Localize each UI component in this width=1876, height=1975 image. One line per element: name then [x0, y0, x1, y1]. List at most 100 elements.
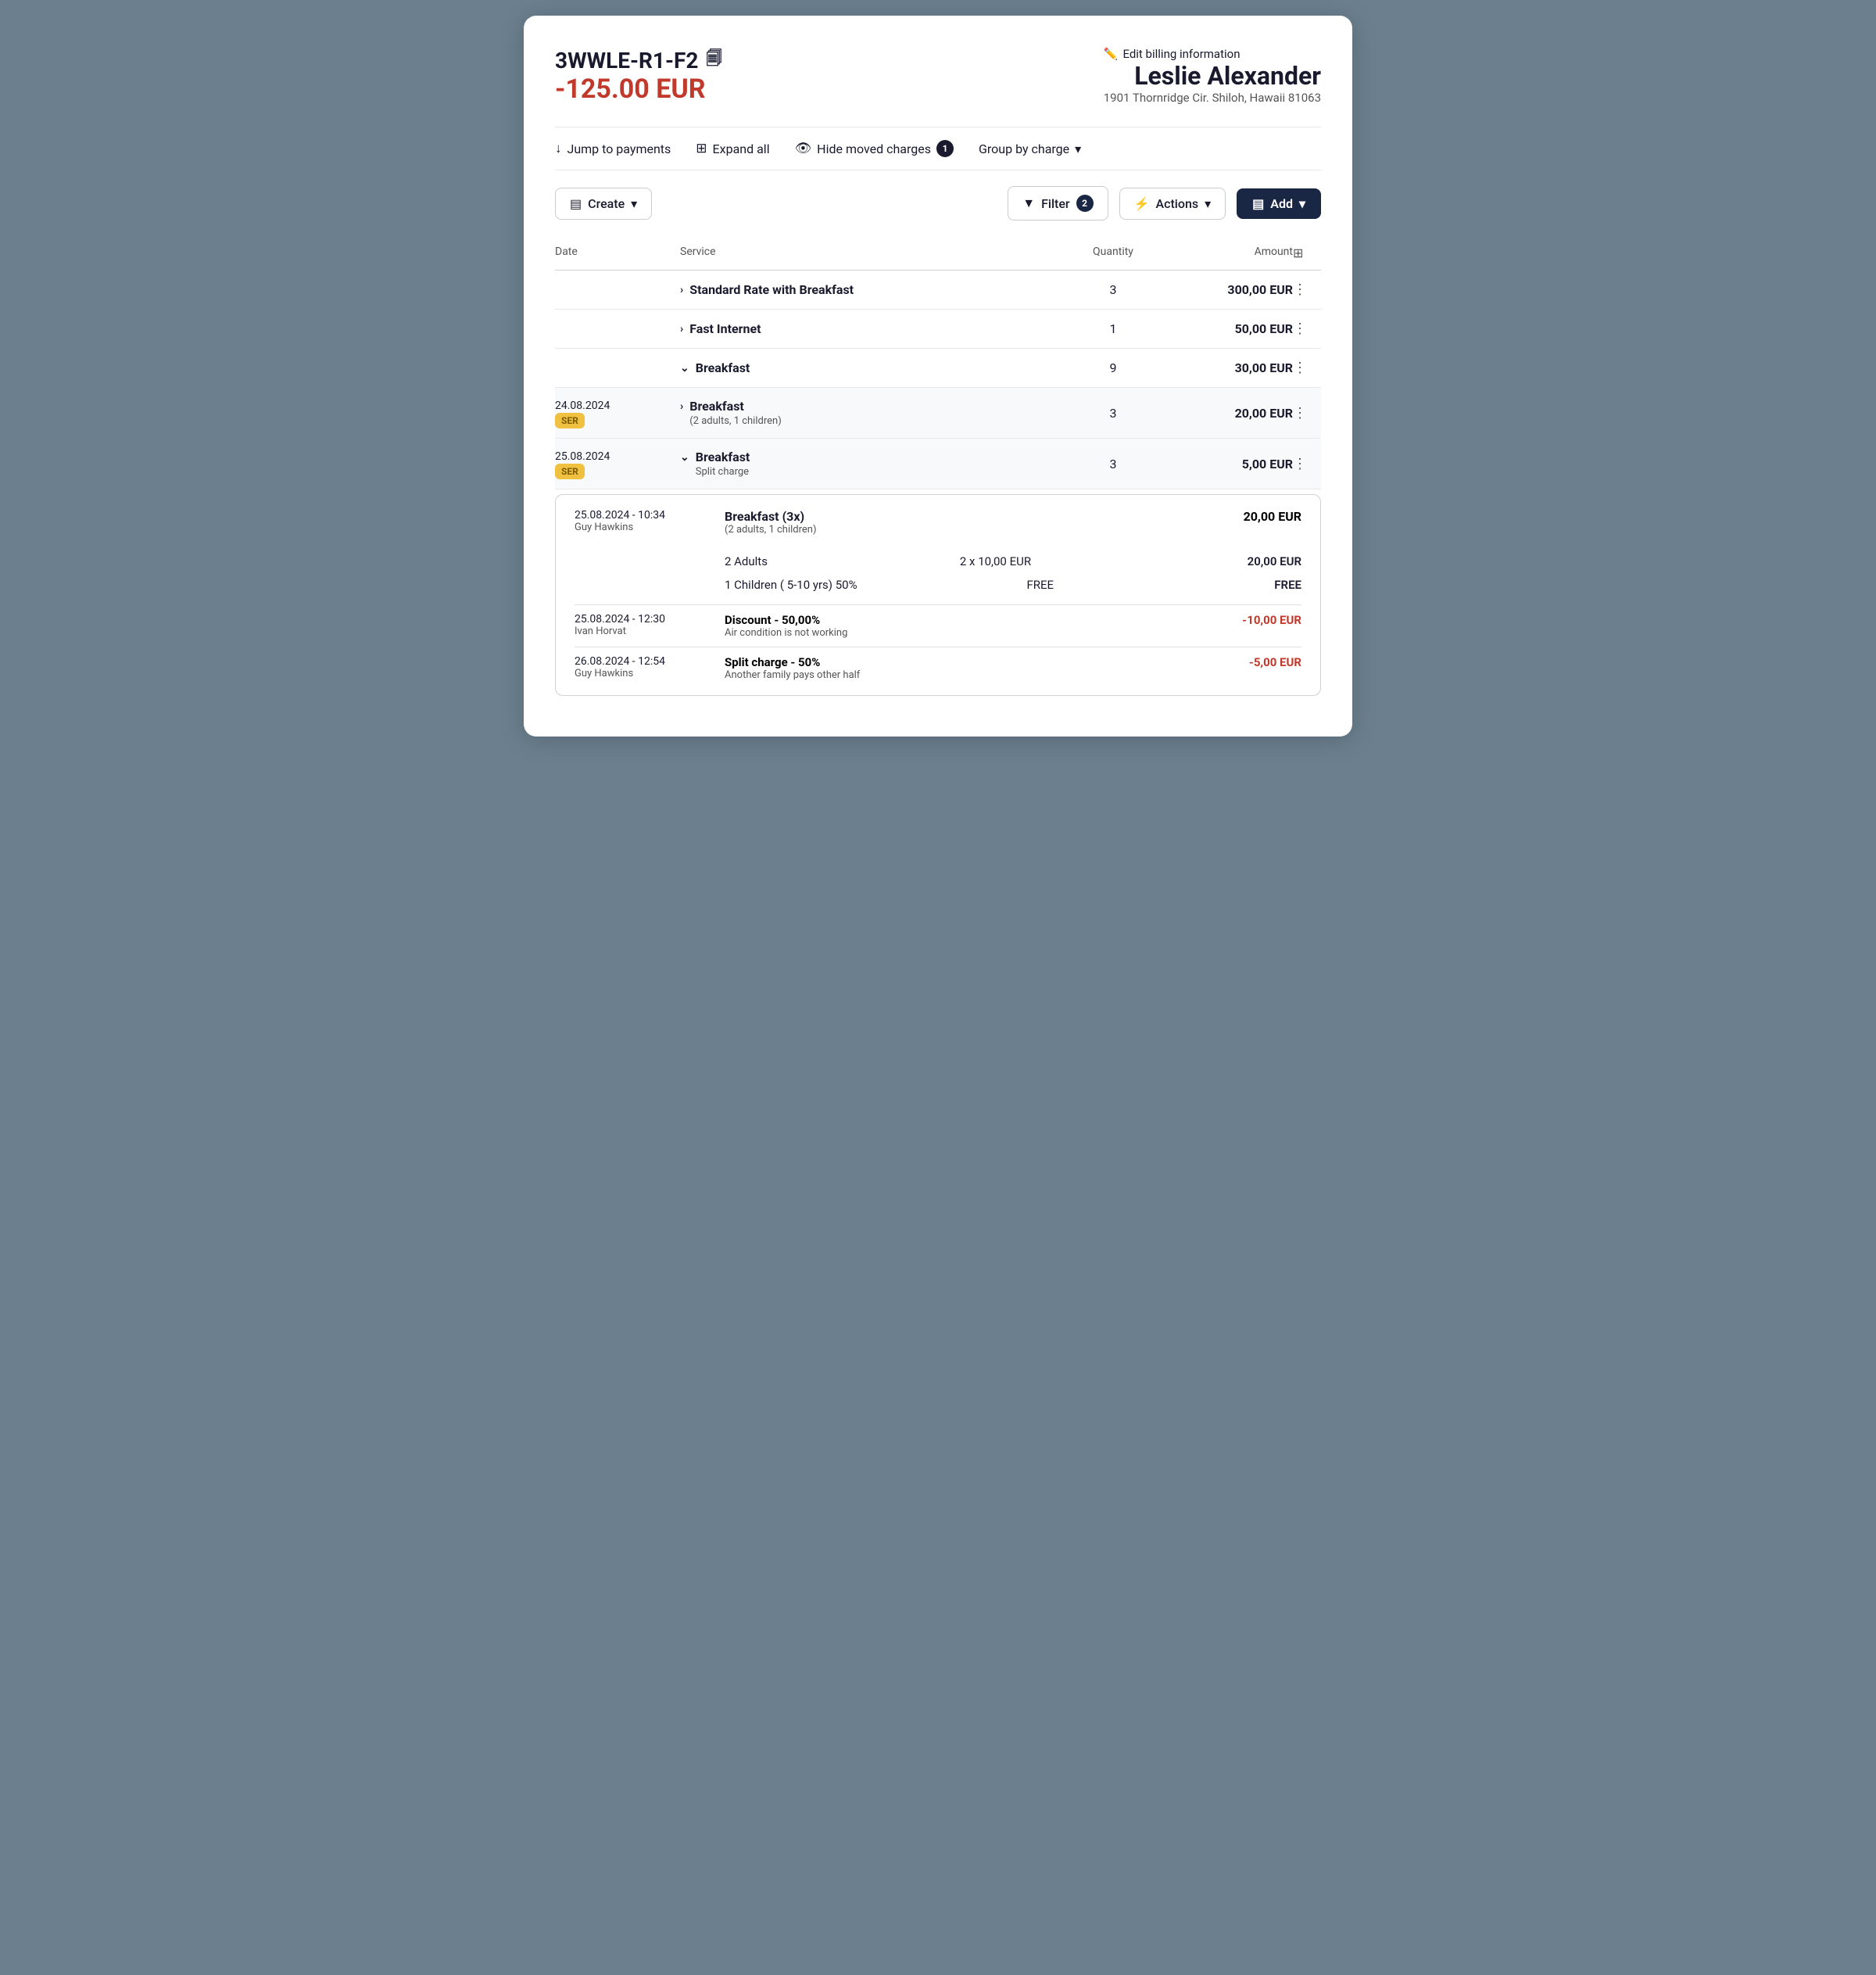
create-btn[interactable]: ▤ Create ▾: [555, 188, 652, 220]
table-row: ⌄ Breakfast 9 30,00 EUR ⋮: [555, 349, 1321, 388]
header: 3WWLE-R1-F2 🗐 -125.00 EUR ✏️ Edit billin…: [555, 47, 1321, 108]
table-row: 25.08.2024 SER ⌄ Breakfast Split charge …: [555, 439, 1321, 489]
row2-label-cell: › Fast Internet: [680, 321, 1058, 336]
lightning-icon: ⚡: [1134, 196, 1150, 211]
detail-left: Breakfast (3x) (2 adults, 1 children): [725, 509, 817, 547]
filter-icon: ▼: [1022, 195, 1035, 211]
row4-label-block: Breakfast (2 adults, 1 children): [689, 399, 782, 427]
detail-meta: 25.08.2024 - 10:34 Guy Hawkins: [575, 509, 700, 533]
jump-to-payments-label: Jump to payments: [567, 142, 671, 156]
row5-label-block: Breakfast Split charge: [696, 450, 750, 478]
pencil-icon: ✏️: [1104, 47, 1119, 61]
row4-chevron-icon[interactable]: ›: [680, 400, 683, 413]
group-by-charge-btn[interactable]: Group by charge ▾: [979, 142, 1081, 156]
actions-row: ▤ Create ▾ ▼ Filter 2 ⚡ Actions ▾ ▤ Add …: [555, 186, 1321, 220]
split-meta: 26.08.2024 - 12:54 Guy Hawkins: [575, 655, 700, 679]
actions-btn[interactable]: ⚡ Actions ▾: [1119, 188, 1226, 220]
row4-date-cell: 24.08.2024 SER: [555, 400, 680, 427]
row5-amount: 5,00 EUR: [1168, 457, 1293, 471]
discount-meta: 25.08.2024 - 12:30 Ivan Horvat: [575, 613, 700, 637]
toolbar: ↓ Jump to payments ⊞ Expand all 👁 Hide m…: [555, 127, 1321, 170]
row1-dots-btn[interactable]: ⋮: [1293, 281, 1307, 298]
booking-id-text: 3WWLE-R1-F2: [555, 48, 698, 73]
row1-label: Standard Rate with Breakfast: [689, 282, 854, 297]
detail-line-0-label: 2 Adults: [725, 554, 768, 568]
row2-label: Fast Internet: [689, 321, 761, 336]
split-datetime: 26.08.2024 - 12:54: [575, 655, 700, 668]
row5-qty: 3: [1058, 457, 1168, 471]
detail-line-0-amount: 20,00 EUR: [1223, 554, 1301, 568]
row4-dots-btn[interactable]: ⋮: [1293, 405, 1307, 421]
row4-qty: 3: [1058, 406, 1168, 421]
row4-label-inner: › Breakfast (2 adults, 1 children): [680, 399, 1058, 427]
detail-line-0-unit: 2 x 10,00 EUR: [948, 554, 1042, 568]
row5-label: Breakfast: [696, 450, 750, 464]
row4-label: Breakfast: [689, 399, 782, 414]
split-section: 26.08.2024 - 12:54 Guy Hawkins Split cha…: [575, 655, 1301, 681]
discount-user: Ivan Horvat: [575, 625, 700, 637]
col-amount: Amount: [1168, 242, 1293, 263]
expand-all-btn[interactable]: ⊞ Expand all: [696, 141, 769, 156]
detail-line-1-amount: FREE: [1223, 578, 1301, 592]
expand-all-label: Expand all: [713, 142, 770, 156]
row5-ser-badge: SER: [555, 464, 585, 479]
expand-icon: ⊞: [696, 141, 707, 156]
split-amount: -5,00 EUR: [1249, 655, 1301, 669]
copy-icon[interactable]: 🗐: [706, 47, 721, 73]
arrow-down-icon: ↓: [555, 141, 562, 156]
detail-sub: (2 adults, 1 children): [725, 524, 817, 536]
table-row: 24.08.2024 SER › Breakfast (2 adults, 1 …: [555, 388, 1321, 439]
col-service: Service: [680, 242, 1058, 263]
row2-chevron-icon[interactable]: ›: [680, 323, 683, 335]
eye-icon: 👁: [795, 141, 812, 156]
row5-label-cell: ⌄ Breakfast Split charge: [680, 450, 1058, 478]
row1-chevron-icon[interactable]: ›: [680, 284, 683, 296]
create-icon: ▤: [570, 196, 582, 211]
hide-moved-charges-btn[interactable]: 👁 Hide moved charges 1: [795, 140, 954, 157]
discount-datetime: 25.08.2024 - 12:30: [575, 613, 700, 625]
detail-title: Breakfast (3x): [725, 509, 817, 524]
row4-amount: 20,00 EUR: [1168, 406, 1293, 421]
row3-label: Breakfast: [696, 360, 750, 375]
edit-billing-btn[interactable]: ✏️ Edit billing information: [1104, 47, 1321, 61]
row5-label-inner: ⌄ Breakfast Split charge: [680, 450, 1058, 478]
create-label: Create: [588, 196, 625, 211]
row1-qty: 3: [1058, 282, 1168, 297]
row2-qty: 1: [1058, 321, 1168, 336]
add-icon: ▤: [1252, 196, 1264, 211]
detail-line-row: 2 Adults 2 x 10,00 EUR 20,00 EUR: [725, 550, 1301, 573]
hide-moved-badge: 1: [936, 140, 954, 157]
add-label: Add: [1270, 196, 1293, 211]
detail-line-row: 1 Children ( 5-10 yrs) 50% FREE FREE: [725, 573, 1301, 597]
amount-display: -125.00 EUR: [555, 73, 721, 105]
header-left: 3WWLE-R1-F2 🗐 -125.00 EUR: [555, 47, 721, 108]
row3-qty: 9: [1058, 360, 1168, 375]
row5-dots-btn[interactable]: ⋮: [1293, 456, 1307, 472]
add-btn[interactable]: ▤ Add ▾: [1237, 188, 1321, 219]
row3-chevron-icon[interactable]: ⌄: [680, 362, 689, 375]
row5-chevron-icon[interactable]: ⌄: [680, 451, 689, 464]
hide-moved-label: Hide moved charges: [817, 142, 931, 156]
booking-id-row: 3WWLE-R1-F2 🗐: [555, 47, 721, 73]
row2-dots-btn[interactable]: ⋮: [1293, 321, 1307, 337]
split-label: Split charge - 50%: [725, 655, 860, 669]
filter-label: Filter: [1041, 196, 1070, 211]
detail-card-inner: 25.08.2024 - 10:34 Guy Hawkins Breakfast…: [575, 509, 1301, 597]
add-chevron-icon: ▾: [1299, 196, 1305, 211]
detail-user: Guy Hawkins: [575, 522, 700, 533]
row4-ser-badge: SER: [555, 413, 585, 428]
row4-sublabel: (2 adults, 1 children): [689, 415, 782, 427]
discount-amount: -10,00 EUR: [1242, 613, 1301, 627]
row4-date: 24.08.2024: [555, 400, 680, 412]
main-card: 3WWLE-R1-F2 🗐 -125.00 EUR ✏️ Edit billin…: [524, 16, 1352, 737]
row5-date-cell: 25.08.2024 SER: [555, 450, 680, 478]
detail-header-row: Breakfast (3x) (2 adults, 1 children) 20…: [725, 509, 1301, 547]
row3-dots-btn[interactable]: ⋮: [1293, 360, 1307, 376]
table-row: › Standard Rate with Breakfast 3 300,00 …: [555, 271, 1321, 310]
grid-select-icon[interactable]: ⊞: [1293, 246, 1303, 260]
col-quantity: Quantity: [1058, 242, 1168, 263]
discount-sub: Air condition is not working: [725, 627, 847, 639]
jump-to-payments-btn[interactable]: ↓ Jump to payments: [555, 141, 671, 156]
filter-btn[interactable]: ▼ Filter 2: [1008, 186, 1108, 220]
filter-badge: 2: [1076, 195, 1094, 212]
